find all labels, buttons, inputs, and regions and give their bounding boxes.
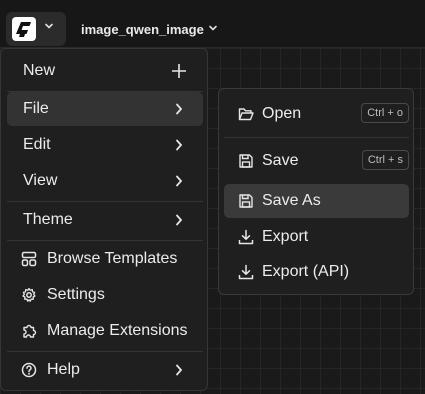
menu-item-label: Theme — [23, 211, 73, 228]
submenu-item-label: Save — [262, 152, 299, 169]
download-icon — [238, 264, 254, 280]
menu-divider — [7, 351, 203, 352]
submenu-item-label: Save As — [262, 192, 321, 209]
menu-item-new[interactable]: New — [7, 54, 203, 88]
menu-item-file[interactable]: File — [7, 92, 203, 126]
main-menu: New File Edit View Theme Browse Template… — [0, 48, 208, 391]
top-bar: image_qwen_image — [0, 0, 425, 48]
menu-divider — [7, 240, 203, 241]
submenu-item-export-api[interactable]: Export (API) — [224, 255, 409, 289]
workflow-tab-label: image_qwen_image — [81, 22, 204, 37]
menu-item-theme[interactable]: Theme — [7, 203, 203, 237]
menu-item-manage-extensions[interactable]: Manage Extensions — [7, 314, 203, 348]
menu-item-view[interactable]: View — [7, 164, 203, 198]
submenu-item-label: Export (API) — [262, 263, 350, 280]
submenu-item-save-as[interactable]: Save As — [224, 184, 409, 218]
menu-item-edit[interactable]: Edit — [7, 128, 203, 162]
templates-icon — [21, 251, 37, 267]
menu-item-label: Browse Templates — [47, 250, 178, 267]
menu-item-label: New — [23, 62, 56, 79]
folder-open-icon — [238, 108, 254, 121]
menu-divider — [7, 201, 203, 202]
submenu-item-save[interactable]: Save Ctrl + s — [224, 144, 409, 178]
save-icon — [239, 194, 253, 208]
menu-item-label: View — [23, 172, 58, 189]
chevron-right-icon — [176, 364, 183, 376]
submenu-item-label: Open — [262, 105, 302, 122]
shortcut-badge: Ctrl + s — [361, 150, 409, 170]
menu-item-label: Settings — [47, 286, 105, 303]
menu-item-label: Help — [47, 361, 80, 378]
gear-icon — [22, 287, 36, 302]
plus-icon — [172, 64, 186, 78]
submenu-item-export[interactable]: Export — [224, 220, 409, 254]
menu-item-label: File — [23, 100, 49, 117]
workflow-tab[interactable]: image_qwen_image — [81, 22, 218, 37]
submenu-divider — [224, 137, 409, 138]
menu-item-browse-templates[interactable]: Browse Templates — [7, 242, 203, 276]
chevron-right-icon — [176, 175, 183, 187]
save-icon — [239, 154, 253, 168]
menu-item-label: Edit — [23, 136, 51, 153]
app-menu-button[interactable] — [6, 12, 66, 46]
menu-item-label: Manage Extensions — [47, 322, 188, 339]
chevron-down-icon — [209, 25, 217, 31]
puzzle-icon — [23, 324, 37, 338]
chevron-down-icon — [45, 23, 53, 29]
shortcut-badge: Ctrl + o — [361, 103, 409, 123]
menu-item-settings[interactable]: Settings — [7, 278, 203, 312]
submenu-item-label: Export — [262, 228, 309, 245]
chevron-right-icon — [176, 139, 183, 151]
chevron-right-icon — [176, 214, 183, 226]
file-submenu: Open Ctrl + o Save Ctrl + s Save As Expo… — [218, 88, 414, 295]
chevron-right-icon — [176, 103, 183, 115]
submenu-item-open[interactable]: Open Ctrl + o — [224, 97, 409, 131]
help-circle-icon — [21, 362, 37, 378]
comfy-logo-icon — [12, 17, 36, 41]
menu-item-help[interactable]: Help — [7, 353, 203, 387]
download-icon — [238, 229, 254, 245]
